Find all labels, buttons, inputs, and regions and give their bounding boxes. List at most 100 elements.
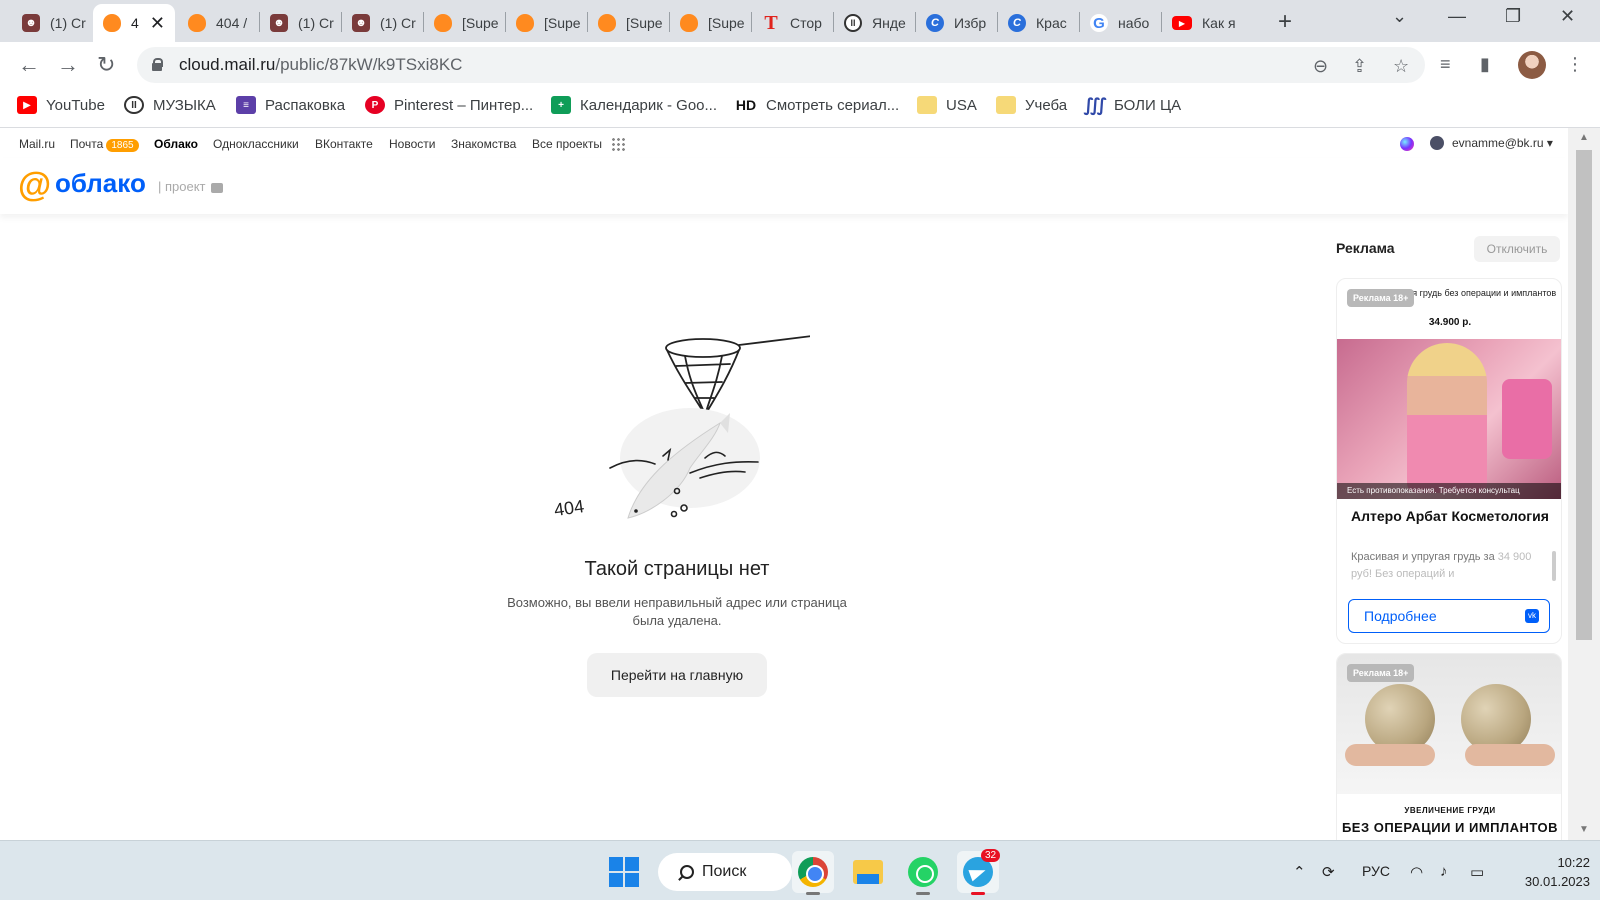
assistant-orb-icon[interactable] [1400,137,1414,151]
tab[interactable]: ☻ (1) Cr [260,4,340,42]
cloud-icon [680,14,698,32]
mail-count-badge: 1865 [106,139,139,152]
ad-card[interactable]: Красивая грудь без операции и имплантов … [1336,278,1562,644]
boli-icon: ∭ [1083,94,1107,115]
error-code-label: 404 [553,496,586,520]
volume-icon[interactable]: ♪ [1440,863,1448,880]
tray-chevron-icon[interactable]: ⌃ [1293,863,1306,881]
portal-link-all-projects[interactable]: Все проекты [532,137,602,151]
bookmark-pinterest[interactable]: P Pinterest – Пинтер... [365,96,533,114]
portal-link-cloud[interactable]: Облако [154,137,198,151]
taskbar-explorer[interactable] [847,851,889,893]
bookmark-unpacking[interactable]: ≡ Распаковка [236,96,345,114]
tab[interactable]: [Supe [670,4,750,42]
page-scrollbar[interactable]: ▲ ▼ [1568,128,1600,840]
bookmark-series[interactable]: HD Смотреть сериал... [735,96,899,114]
bookmark-folder-usa[interactable]: USA [917,96,977,114]
ad-image[interactable]: Есть противопоказания. Требуется консуль… [1337,339,1561,499]
tab-strip: ☻ (1) Cr 4 ✕ 404 / ☻ (1) Cr ☻ (1) Cr [Supe [… [0,0,1600,42]
folder-icon [996,96,1016,114]
lock-icon[interactable] [151,58,163,72]
ad-bag-shape [1502,379,1552,459]
windows-start-icon[interactable] [609,857,639,887]
cloud-header: @ облако | проект [0,158,1568,214]
bookmark-folder-study[interactable]: Учеба [996,96,1067,114]
apps-grid-icon[interactable] [611,137,625,151]
tab-active[interactable]: 4 ✕ [93,4,175,42]
portal-link-mailru[interactable]: Mail.ru [19,137,55,151]
bookmark-star-icon[interactable]: ☆ [1393,56,1409,77]
cloud-icon [598,14,616,32]
tab[interactable]: [Supe [588,4,668,42]
youtube-icon: ▶ [1172,16,1192,30]
scroll-up-icon[interactable]: ▲ [1579,132,1589,143]
tab[interactable]: ▶ Как я [1162,4,1242,42]
tab[interactable]: [Supe [424,4,504,42]
menu-icon[interactable]: ⋮ [1566,54,1584,75]
cloud-icon [103,14,121,32]
close-tab-icon[interactable]: ✕ [150,13,165,34]
bookmark-youtube[interactable]: ▶ YouTube [17,96,105,114]
portal-link-dating[interactable]: Знакомства [451,137,516,151]
google-icon: G [1090,14,1108,32]
language-indicator[interactable]: РУС [1362,863,1390,879]
tab[interactable]: 404 / [178,4,258,42]
go-home-button[interactable]: Перейти на главную [587,653,767,697]
tab[interactable]: ☻ (1) Cr [12,4,92,42]
portal-link-mail[interactable]: Почта 1865 [70,137,139,152]
tab[interactable]: [Supe [506,4,586,42]
ad-card[interactable]: Реклама 18+ УВЕЛИЧЕНИЕ ГРУДИ БЕЗ ОПЕРАЦИ… [1336,653,1562,840]
user-menu[interactable]: evnamme@bk.ru ▾ [1430,136,1553,150]
scrollbar-thumb[interactable] [1576,150,1592,640]
tab[interactable]: T Стор [752,4,832,42]
ad-price: 34.900 р. [1428,317,1472,328]
portal-link-ok[interactable]: Одноклассники [213,137,299,151]
tab[interactable]: Gнабо [1080,4,1160,42]
mask-icon: ☻ [22,14,40,32]
forward-icon[interactable]: → [57,52,79,78]
zoom-icon[interactable]: ⊖ [1313,56,1328,77]
minimize-button[interactable]: — [1448,6,1466,27]
canva-icon: C [926,14,944,32]
bookmarks-bar: ▶ YouTube II МУЗЫКА ≡ Распаковка P Pinterest… [0,88,1600,128]
side-panel-icon[interactable]: ▮ [1480,54,1490,75]
net-mesh [666,349,740,413]
cloud-logo-text[interactable]: облако [55,168,146,199]
ad-advertiser-name[interactable]: Алтеро Арбат Косметология [1351,507,1551,526]
address-bar[interactable]: cloud.mail.ru/public/87kW/k9TSxi8KC ⊖ ⇪ … [137,47,1425,83]
portal-link-vk[interactable]: ВКонтакте [315,137,373,151]
taskbar-whatsapp[interactable] [902,851,944,895]
reload-icon[interactable]: ↻ [97,52,115,78]
bookmark-calendar[interactable]: + Календарик - Goo... [551,96,717,114]
portal-link-news[interactable]: Новости [389,137,435,151]
ad-text-scrollbar[interactable] [1552,551,1556,581]
taskbar-chrome[interactable] [792,851,834,895]
new-tab-button[interactable]: + [1278,8,1292,36]
back-icon[interactable]: ← [18,52,40,78]
scroll-down-icon[interactable]: ▼ [1579,824,1589,835]
tab[interactable]: ☻ (1) Cr [342,4,422,42]
battery-icon[interactable]: ▭ [1470,863,1484,881]
media-icon[interactable]: ≡ [1440,54,1451,75]
bookmark-music[interactable]: II МУЗЫКА [124,96,216,114]
url-text[interactable]: cloud.mail.ru/public/87kW/k9TSxi8KC [179,55,462,75]
taskbar-search[interactable]: Поиск [658,853,792,891]
close-window-button[interactable]: ✕ [1560,6,1575,27]
taskbar-telegram[interactable]: 32 [957,849,1001,895]
vk-icon: vk [1525,609,1539,623]
taskbar-clock[interactable]: 10:22 30.01.2023 [1500,853,1590,891]
ads-disable-button[interactable]: Отключить [1474,236,1560,262]
tab-search-icon[interactable]: ⌄ [1392,6,1407,27]
bookmark-boli[interactable]: ∭ БОЛИ ЦА [1083,94,1181,115]
tab[interactable]: C Избр [916,4,996,42]
ad-more-button[interactable]: Подробнее vk [1348,599,1550,633]
cloud-logo-icon[interactable]: @ [18,168,51,202]
wifi-icon[interactable]: ◠ [1410,863,1423,881]
ads-title: Реклама [1336,240,1395,256]
sync-icon[interactable]: ⟳ [1322,863,1335,881]
tab[interactable]: C Крас [998,4,1078,42]
share-icon[interactable]: ⇪ [1352,56,1367,77]
restore-button[interactable]: ❐ [1505,6,1521,27]
tab[interactable]: II Янде [834,4,914,42]
profile-avatar[interactable] [1518,51,1546,79]
